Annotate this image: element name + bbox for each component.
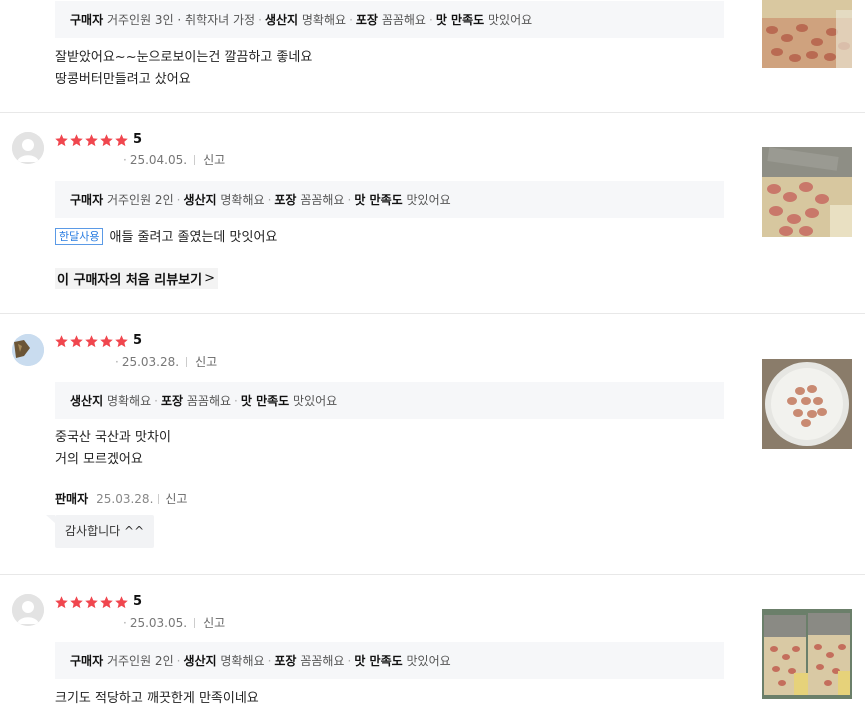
review-item: 5 · 25.03.05. 신고 구매자 거주인원 2인 · 생산지 명확해요 · 포장… <box>0 575 865 713</box>
review-photo-thumbnail[interactable] <box>762 609 852 699</box>
star-icon <box>100 133 113 146</box>
review-date: 25.03.28. <box>121 354 180 369</box>
review-photo-thumbnail[interactable] <box>762 0 852 68</box>
seller-reply-bubble: 감사합니다 ^^ <box>45 515 155 548</box>
seller-reply-date: 25.03.28. <box>96 491 154 506</box>
review-score: 5 <box>133 333 143 348</box>
star-icon <box>55 595 68 608</box>
seller-reply-header: 판매자 25.03.28. 신고 <box>55 490 187 507</box>
star-icon <box>55 133 68 146</box>
usage-period-badge: 한달사용 <box>55 228 104 245</box>
review-text: 한달사용 애들 줄려고 졸였는데 맛잇어요 <box>55 227 277 249</box>
review-meta: · 25.03.28. 신고 <box>115 353 218 370</box>
review-item: 5 · 25.04.05. 신고 구매자 거주인원 2인 · 생산지 명확해요 · 포장… <box>0 113 865 314</box>
chevron-right-icon: > <box>204 271 216 286</box>
star-rating <box>54 594 129 610</box>
seller-label: 판매자 <box>55 492 89 506</box>
star-icon <box>85 334 98 347</box>
star-icon <box>115 595 128 608</box>
star-icon <box>115 334 128 347</box>
star-rating <box>54 132 129 148</box>
review-item: 구매자 거주인원 3인 · 취학자녀 가정 · 생산지 명확해요 · 포장 꼼꼼해요… <box>0 0 865 113</box>
report-link[interactable]: 신고 <box>195 353 217 370</box>
review-text: 크기도 적당하고 깨끗한게 만족이네요 <box>55 691 259 706</box>
star-icon <box>70 334 83 347</box>
report-link[interactable]: 신고 <box>203 614 225 631</box>
review-tags: 구매자 거주인원 2인 · 생산지 명확해요 · 포장 꼼꼼해요 · 맛 만족도 맛있… <box>55 181 724 218</box>
review-score: 5 <box>133 594 143 609</box>
review-item: 5 · 25.03.28. 신고 생산지 명확해요 · 포장 꼼꼼해요 · 맛 만족도 … <box>0 314 865 575</box>
star-icon <box>70 595 83 608</box>
review-photo-thumbnail[interactable] <box>762 359 852 449</box>
star-icon <box>100 595 113 608</box>
report-link[interactable]: 신고 <box>203 151 225 168</box>
first-review-link[interactable]: 이 구매자의 처음 리뷰보기 > <box>55 268 219 289</box>
review-tags: 구매자 거주인원 3인 · 취학자녀 가정 · 생산지 명확해요 · 포장 꼼꼼해요… <box>55 1 724 38</box>
review-date: 25.03.05. <box>129 615 188 630</box>
star-icon <box>100 334 113 347</box>
star-icon <box>115 133 128 146</box>
review-text: 중국산 국산과 맛차이 거의 모르겠어요 <box>55 430 171 467</box>
default-avatar-icon <box>12 594 44 626</box>
report-link[interactable]: 신고 <box>165 490 187 507</box>
review-photo-thumbnail[interactable] <box>762 147 852 237</box>
review-meta: · 25.04.05. 신고 <box>123 151 226 168</box>
review-text: 잘받았어요~~눈으로보이는건 깔끔하고 좋네요 땅콩버터만들려고 샀어요 <box>55 50 313 87</box>
star-icon <box>70 133 83 146</box>
review-tags: 생산지 명확해요 · 포장 꼼꼼해요 · 맛 만족도 맛있어요 <box>55 382 724 419</box>
review-score: 5 <box>133 132 143 147</box>
star-icon <box>55 334 68 347</box>
review-date: 25.04.05. <box>129 152 188 167</box>
avatar <box>12 334 44 366</box>
star-rating <box>54 333 129 349</box>
review-meta: · 25.03.05. 신고 <box>123 614 226 631</box>
star-icon <box>85 133 98 146</box>
default-avatar-icon <box>12 132 44 164</box>
star-icon <box>85 595 98 608</box>
review-tags: 구매자 거주인원 2인 · 생산지 명확해요 · 포장 꼼꼼해요 · 맛 만족도 맛있… <box>55 642 724 679</box>
